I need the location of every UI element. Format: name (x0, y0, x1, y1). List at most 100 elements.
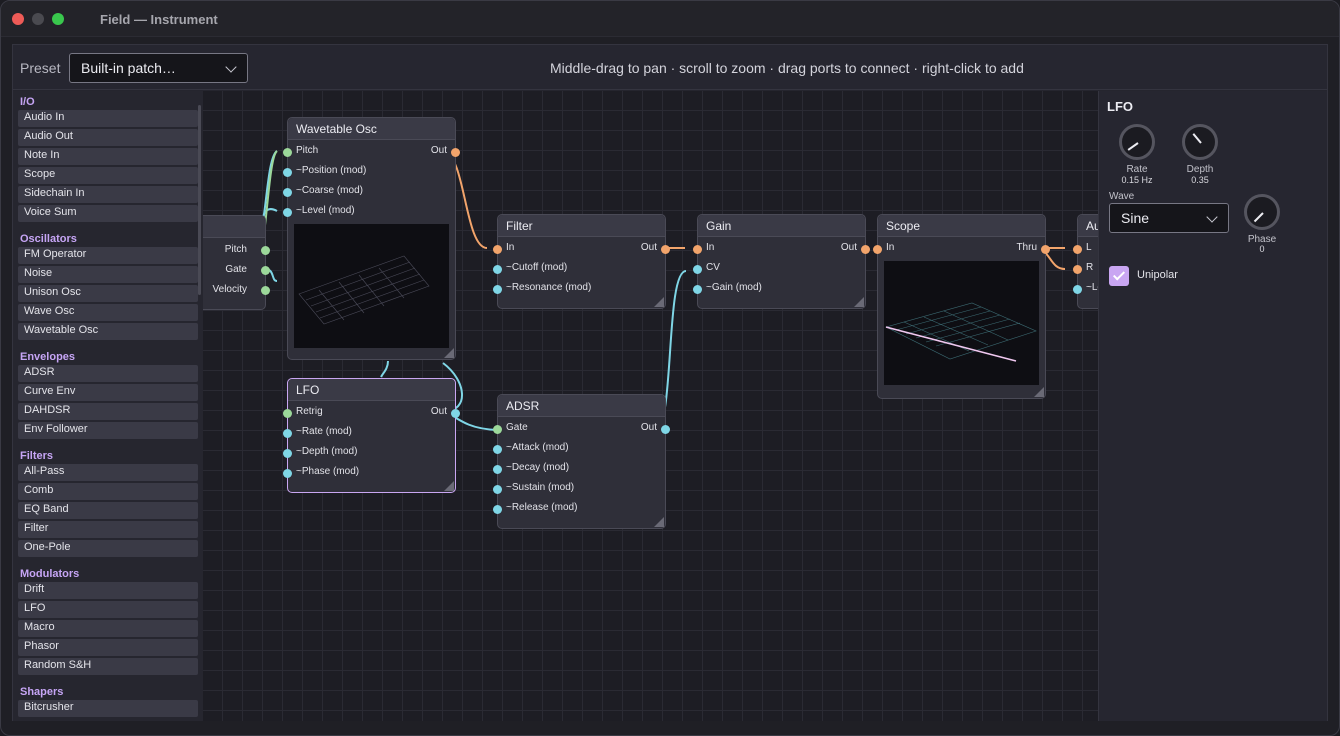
library-item[interactable]: Sidechain In (18, 186, 198, 203)
library-item[interactable]: ADSR (18, 365, 198, 382)
node-adsr[interactable]: ADSR Gate ~Attack (mod) ~Decay (mod) ~Su… (493, 394, 670, 529)
preset-value: Built-in patch… (81, 60, 176, 76)
node-header[interactable]: Scope (878, 215, 1045, 237)
library-item[interactable]: Filter (18, 521, 198, 538)
node-note-in[interactable]: Pitch Gate Velocity (203, 215, 270, 310)
node-header[interactable]: Audi (1078, 215, 1098, 237)
toolbar: Preset Built-in patch… Middle-drag to pa… (13, 45, 1327, 90)
output-port[interactable] (661, 425, 670, 434)
node-header[interactable]: ADSR (498, 395, 665, 417)
input-port[interactable] (1073, 285, 1082, 294)
library-item[interactable]: Curve Env (18, 384, 198, 401)
input-port[interactable] (283, 148, 292, 157)
output-port[interactable] (261, 246, 270, 255)
input-port[interactable] (873, 245, 882, 254)
library-item[interactable]: Comb (18, 483, 198, 500)
category-io: I/O (20, 96, 35, 108)
resize-handle[interactable] (444, 348, 454, 358)
output-port[interactable] (661, 245, 670, 254)
input-port[interactable] (493, 505, 502, 514)
node-gain[interactable]: Gain In CV ~Gain (mod) Out (693, 214, 870, 309)
library-item[interactable]: Env Follower (18, 422, 198, 439)
node-header[interactable]: Filter (498, 215, 665, 237)
input-port[interactable] (283, 208, 292, 217)
node-wavetable-osc[interactable]: Wavetable Osc Pitch ~Position (mod) ~Coa… (283, 117, 460, 360)
rate-knob[interactable] (1119, 124, 1155, 160)
input-port[interactable] (283, 429, 292, 438)
phase-value: 0 (1259, 244, 1265, 254)
depth-knob[interactable] (1182, 124, 1218, 160)
library-item[interactable]: Scope (18, 167, 198, 184)
unipolar-label: Unipolar (1137, 269, 1178, 281)
library-item[interactable]: Noise (18, 266, 198, 283)
output-port[interactable] (451, 409, 460, 418)
phase-knob[interactable] (1244, 194, 1280, 230)
port-label: In (706, 242, 715, 253)
input-port[interactable] (283, 449, 292, 458)
library-item[interactable]: Note In (18, 148, 198, 165)
output-port[interactable] (261, 266, 270, 275)
node-lfo[interactable]: LFO Retrig ~Rate (mod) ~Depth (mod) ~Pha… (283, 378, 460, 493)
library-item[interactable]: LFO (18, 601, 198, 618)
input-port[interactable] (693, 285, 702, 294)
input-port[interactable] (693, 245, 702, 254)
output-port[interactable] (261, 286, 270, 295)
input-port[interactable] (283, 188, 292, 197)
input-port[interactable] (1073, 265, 1082, 274)
input-port[interactable] (493, 285, 502, 294)
library-item[interactable]: Random S&H (18, 658, 198, 675)
library-item[interactable]: Audio Out (18, 129, 198, 146)
input-port[interactable] (1073, 245, 1082, 254)
node-header[interactable] (203, 216, 265, 238)
resize-handle[interactable] (444, 481, 454, 491)
library-item[interactable]: Audio In (18, 110, 198, 127)
module-library: I/O Audio In Audio Out Note In Scope Sid… (13, 91, 203, 721)
library-item[interactable]: Wavetable Osc (18, 323, 198, 340)
unipolar-checkbox[interactable] (1109, 266, 1129, 286)
node-audio-out[interactable]: Audi L R ~Lev (1073, 214, 1098, 309)
input-port[interactable] (493, 245, 502, 254)
sidebar-scrollbar[interactable] (198, 105, 201, 295)
library-item[interactable]: Drift (18, 582, 198, 599)
node-header[interactable]: Wavetable Osc (288, 118, 455, 140)
resize-handle[interactable] (1034, 387, 1044, 397)
library-item[interactable]: Unison Osc (18, 285, 198, 302)
port-label: Thru (1016, 242, 1037, 253)
preset-dropdown[interactable]: Built-in patch… (69, 53, 248, 83)
input-port[interactable] (693, 265, 702, 274)
library-item[interactable]: DAHDSR (18, 403, 198, 420)
output-port[interactable] (451, 148, 460, 157)
input-port[interactable] (493, 465, 502, 474)
input-port[interactable] (493, 265, 502, 274)
library-item[interactable]: Phasor (18, 639, 198, 656)
output-port[interactable] (1041, 245, 1050, 254)
resize-handle[interactable] (654, 297, 664, 307)
title-bar: Field — Instrument (1, 1, 1339, 37)
input-port[interactable] (493, 485, 502, 494)
patch-canvas[interactable]: Pitch Gate Velocity Wavetable Osc Pitch … (203, 91, 1098, 721)
library-item[interactable]: Wave Osc (18, 304, 198, 321)
library-item[interactable]: EQ Band (18, 502, 198, 519)
library-item[interactable]: All-Pass (18, 464, 198, 481)
library-item[interactable]: One-Pole (18, 540, 198, 557)
zoom-button[interactable] (52, 13, 64, 25)
library-item[interactable]: Voice Sum (18, 205, 198, 222)
library-item[interactable]: Bitcrusher (18, 700, 198, 717)
output-port[interactable] (861, 245, 870, 254)
node-scope[interactable]: Scope In Thru (873, 214, 1050, 399)
wave-dropdown[interactable]: Sine (1109, 203, 1229, 233)
resize-handle[interactable] (854, 297, 864, 307)
node-header[interactable]: Gain (698, 215, 865, 237)
input-port[interactable] (493, 445, 502, 454)
input-port[interactable] (493, 425, 502, 434)
minimize-button[interactable] (32, 13, 44, 25)
input-port[interactable] (283, 168, 292, 177)
close-button[interactable] (12, 13, 24, 25)
input-port[interactable] (283, 409, 292, 418)
input-port[interactable] (283, 469, 292, 478)
library-item[interactable]: FM Operator (18, 247, 198, 264)
node-filter[interactable]: Filter In ~Cutoff (mod) ~Resonance (mod)… (493, 214, 670, 309)
library-item[interactable]: Macro (18, 620, 198, 637)
node-header[interactable]: LFO (288, 379, 455, 401)
resize-handle[interactable] (654, 517, 664, 527)
